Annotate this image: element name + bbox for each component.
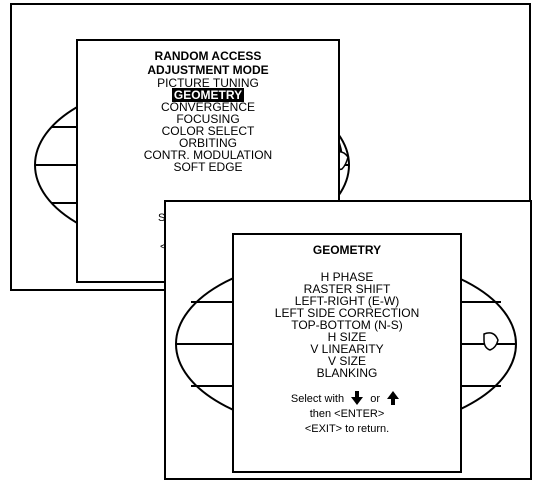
- front-screen: GEOMETRY H PHASE RASTER SHIFT LEFT-RIGHT…: [164, 200, 532, 480]
- enter-instruction: then <ENTER>: [309, 408, 385, 420]
- up-arrow-icon: [387, 391, 400, 405]
- exit-instruction: <EXIT> to return.: [304, 423, 390, 435]
- menu-title-line1: RANDOM ACCESS: [154, 49, 262, 63]
- select-instruction: Select with or: [234, 391, 460, 407]
- menu-item-blanking[interactable]: BLANKING: [234, 367, 460, 379]
- select-or: or: [370, 393, 381, 405]
- menu-title-line2: ADJUSTMENT MODE: [147, 63, 269, 77]
- down-arrow-icon: [351, 391, 364, 405]
- geometry-menu: GEOMETRY H PHASE RASTER SHIFT LEFT-RIGHT…: [232, 233, 462, 473]
- menu-title: GEOMETRY: [312, 243, 382, 257]
- menu-item-soft-edge[interactable]: SOFT EDGE: [78, 161, 338, 173]
- select-prefix: Select with: [290, 393, 345, 405]
